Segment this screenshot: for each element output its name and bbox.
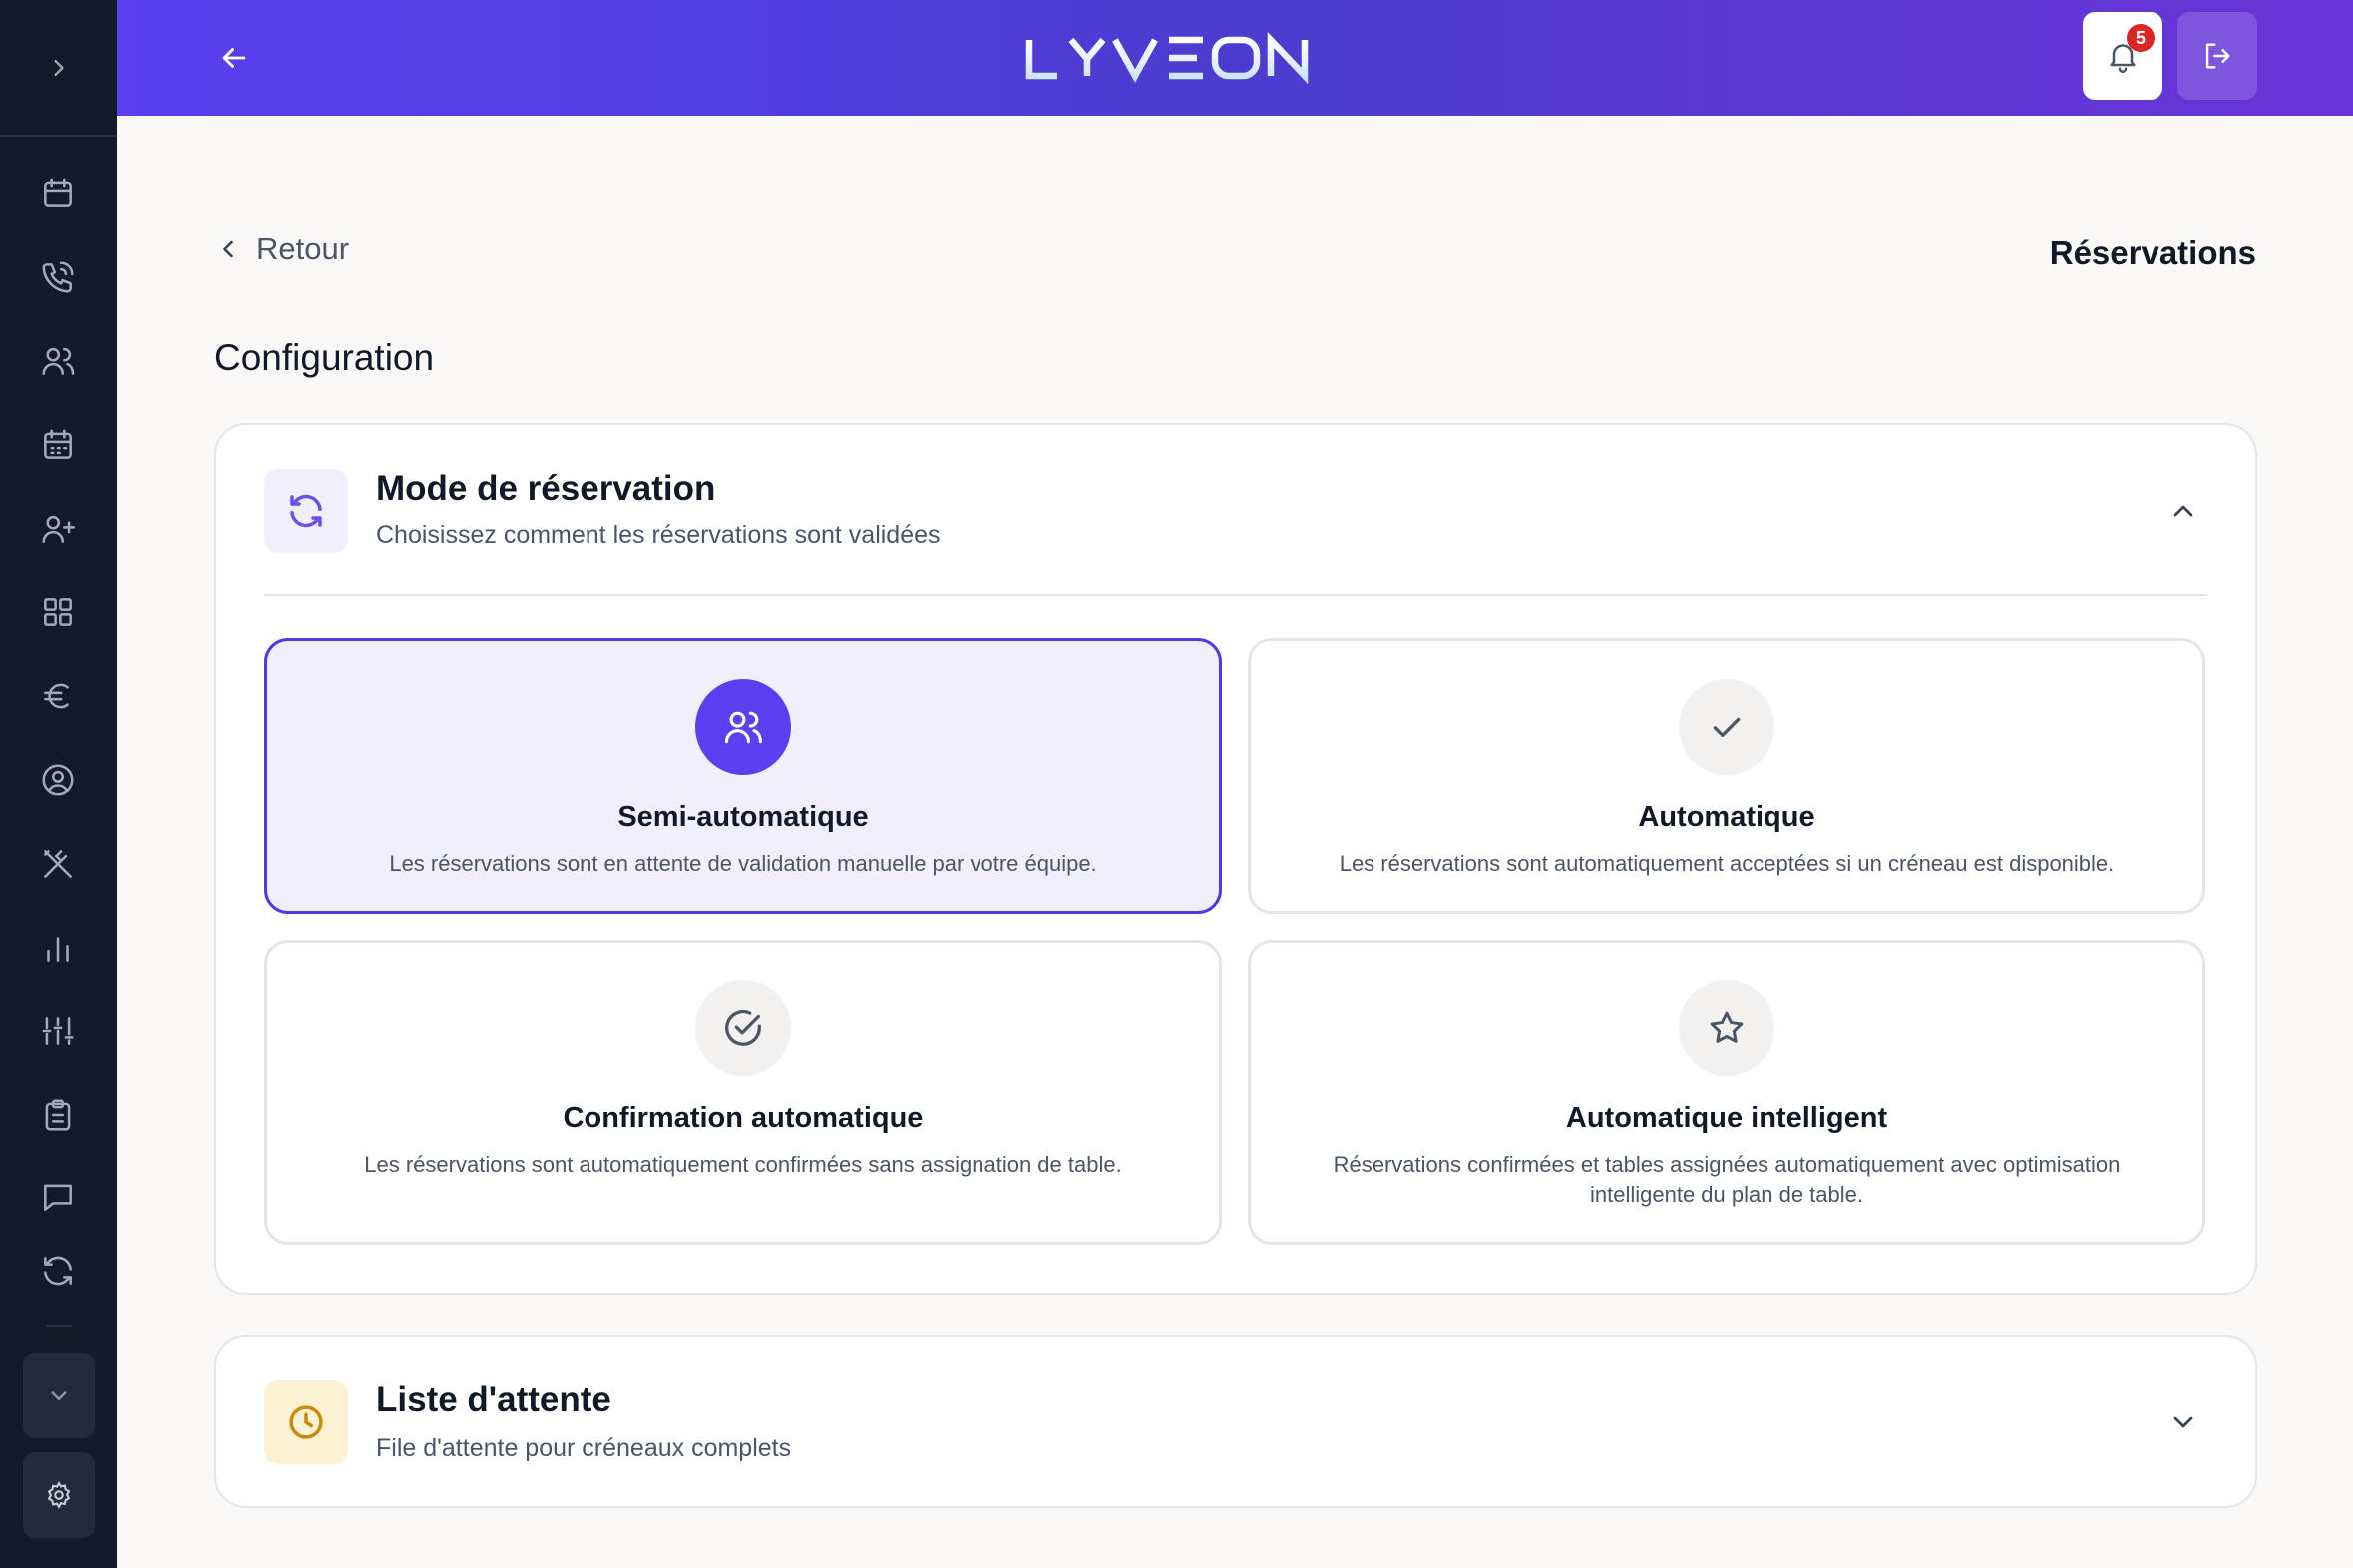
expand-waitlist-button[interactable] [2163,1402,2203,1442]
option-description: Les réservations sont automatiquement co… [364,1152,1122,1177]
waitlist-card[interactable]: Liste d'attente File d'attente pour crén… [214,1335,2257,1508]
sidebar-divider [46,1325,72,1327]
sidebar-expand-button[interactable] [23,1353,95,1438]
back-link[interactable]: Retour [214,231,349,267]
sidebar-item-clients[interactable] [34,337,82,385]
calendar-icon [44,178,72,207]
back-link-label: Retour [256,231,350,266]
sidebar-item-messages[interactable] [34,1173,82,1221]
option-icon-circle [1679,679,1774,775]
settings-icon [47,1481,71,1510]
option-automatique-intelligent[interactable]: Automatique intelligent Réservations con… [1248,940,2205,1245]
refresh-icon [290,494,322,528]
grid-icon [44,598,72,626]
header-back-button[interactable] [210,34,258,82]
collapse-reservation-mode-button[interactable] [2163,491,2203,531]
logout-icon [2205,43,2230,69]
user-plus-icon [42,515,76,543]
option-automatique[interactable]: Automatique Les réservations sont automa… [1248,638,2205,914]
euro-icon [44,683,69,709]
option-title: Automatique intelligent [1565,1102,1888,1134]
sidebar-item-tasks[interactable] [34,1091,82,1139]
option-description: Réservations confirmées et tables assign… [1333,1152,2121,1207]
sidebar-item-stats[interactable] [34,924,82,972]
page-title: Réservations [2049,234,2256,271]
option-title: Confirmation automatique [563,1102,924,1134]
clipboard-icon [45,1099,71,1131]
option-confirmation-automatique[interactable]: Confirmation automatique Les réservation… [264,940,1222,1245]
option-icon-circle [1679,980,1774,1076]
sidebar [0,0,117,1568]
sidebar-item-calendar[interactable] [34,170,82,217]
chevron-up-icon [2173,505,2193,517]
utensils-crossed-icon [44,850,72,878]
option-description: Les réservations sont automatiquement ac… [1339,851,2115,876]
sliders-icon [42,1017,74,1045]
sidebar-item-settings-sliders[interactable] [34,1007,82,1055]
sidebar-item-account[interactable] [34,756,82,804]
user-circle-icon [42,764,74,796]
clock-icon [289,1405,323,1439]
lyveon-logo [1025,31,1309,85]
sidebar-toggle[interactable] [0,0,117,137]
sidebar-item-sync[interactable] [34,1247,82,1295]
option-description: Les réservations sont en attente de vali… [389,851,1097,876]
chevron-down-icon [51,1391,67,1401]
top-header: 5 [117,0,2353,116]
sidebar-settings-button[interactable] [23,1452,95,1538]
notification-badge: 5 [2127,24,2155,52]
option-icon-circle [695,980,791,1076]
waitlist-title: Liste d'attente [376,1380,611,1419]
option-icon-circle [695,679,791,775]
refresh-icon [44,1256,72,1286]
sidebar-item-menu[interactable] [34,840,82,888]
option-title: Automatique [1638,801,1815,833]
waitlist-icon-box [264,1380,348,1464]
arrow-left-icon [222,48,246,68]
sidebar-item-planning[interactable] [34,421,82,469]
phone-call-icon [42,261,74,293]
reservation-mode-card: Mode de réservation Choisissez comment l… [214,423,2257,1295]
chevron-right-icon [53,59,64,76]
sidebar-item-calls[interactable] [34,253,82,301]
star-icon [1710,1011,1744,1043]
bar-chart-icon [47,937,69,962]
sidebar-item-dashboard[interactable] [34,588,82,636]
waitlist-subtitle: File d'attente pour créneaux complets [376,1434,792,1462]
chevron-left-icon [223,240,233,258]
check-circle-icon [725,1009,761,1046]
option-title: Semi-automatique [617,801,869,833]
reservation-mode-subtitle: Choisissez comment les réservations sont… [376,521,941,549]
check-icon [1713,717,1741,737]
users-icon [42,347,75,375]
calendar-grid-icon [44,429,72,459]
users-icon [724,711,762,744]
section-title: Configuration [214,337,435,378]
logout-button[interactable] [2177,12,2257,100]
reservation-mode-title: Mode de réservation [376,469,716,508]
card-divider [264,594,2207,596]
sidebar-item-billing[interactable] [34,672,82,720]
reservation-mode-icon-box [264,469,348,553]
option-semi-automatique[interactable]: Semi-automatique Les réservations sont e… [264,638,1222,914]
notifications-button[interactable]: 5 [2083,12,2162,100]
sidebar-item-add-user[interactable] [34,505,82,553]
chevron-down-icon [2173,1416,2193,1428]
message-square-icon [44,1184,72,1211]
